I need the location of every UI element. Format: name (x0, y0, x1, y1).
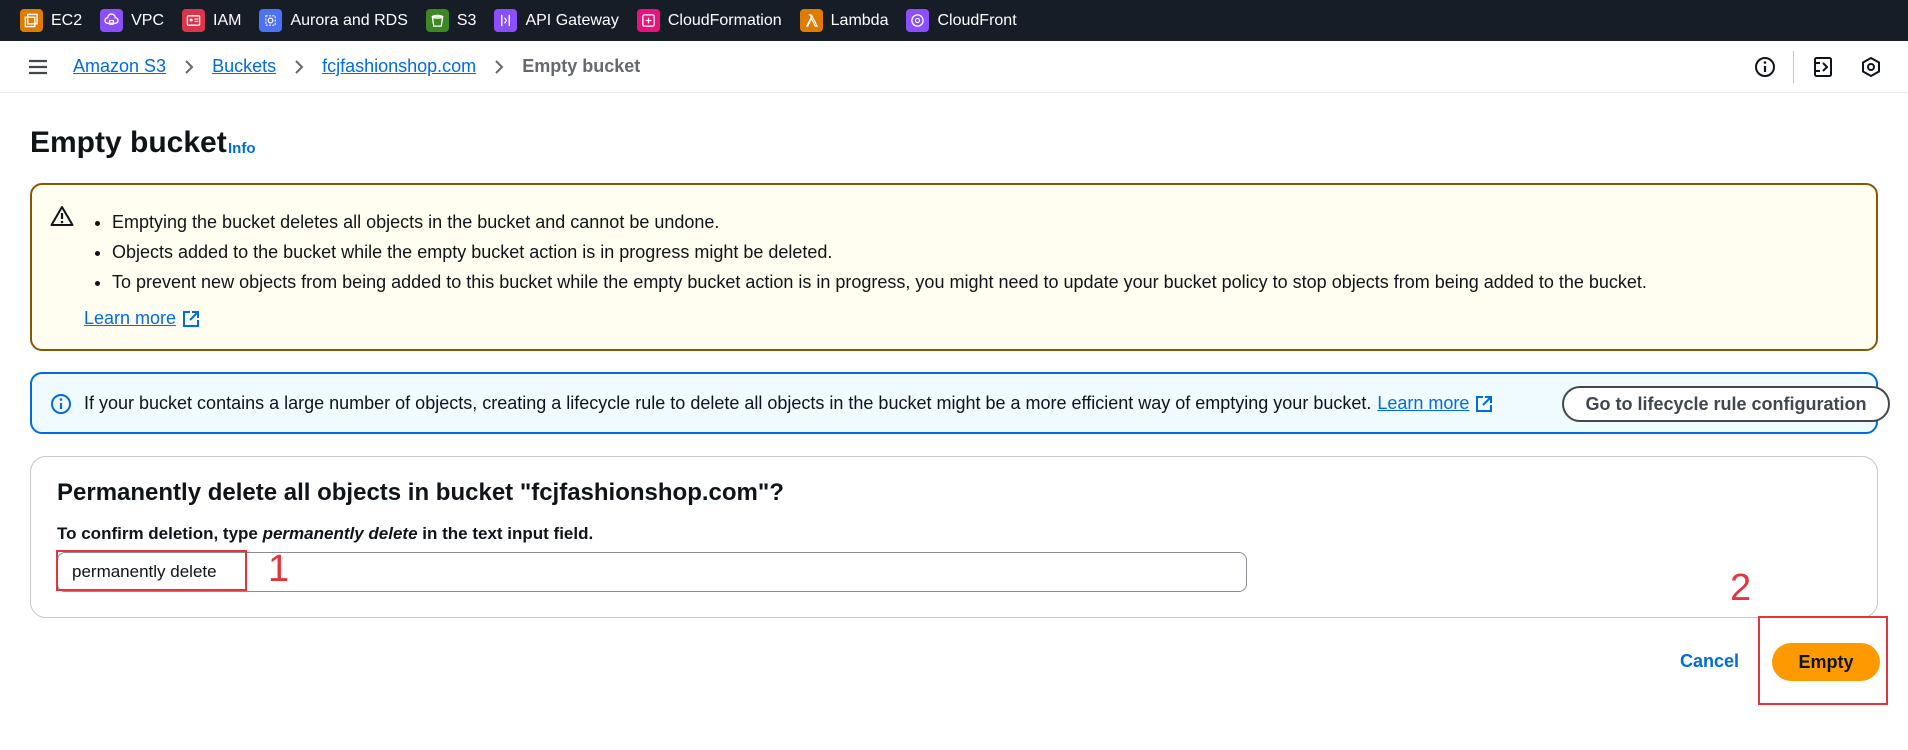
annotation-box-1 (56, 550, 247, 591)
service-rds[interactable]: Aurora and RDS (259, 9, 408, 32)
annotation-number-2: 2 (1730, 567, 1752, 609)
info-circle-icon (51, 394, 71, 414)
service-cloudformation[interactable]: CloudFormation (636, 9, 782, 32)
confirm-deletion-container: Permanently delete all objects in bucket… (30, 456, 1878, 618)
chevron-right-icon (295, 59, 304, 74)
chevron-right-icon (495, 59, 504, 74)
breadcrumb: Amazon S3 Buckets fcjfashionshop.com Emp… (73, 56, 640, 77)
breadcrumb-bucket-name[interactable]: fcjfashionshop.com (322, 56, 476, 77)
info-circle-icon[interactable] (1754, 56, 1776, 78)
ec2-icon (20, 9, 43, 32)
label-emphasis: permanently delete (262, 524, 418, 543)
breadcrumb-bar: Amazon S3 Buckets fcjfashionshop.com Emp… (0, 41, 1908, 93)
service-lambda[interactable]: Lambda (799, 9, 889, 32)
cancel-button[interactable]: Cancel (1680, 651, 1739, 672)
service-label: Aurora and RDS (290, 11, 408, 29)
service-label: API Gateway (525, 11, 619, 29)
rds-icon (259, 9, 283, 32)
service-label: VPC (131, 11, 165, 29)
confirm-label: To confirm deletion, type permanently de… (57, 524, 593, 544)
service-s3[interactable]: S3 (425, 9, 477, 32)
service-vpc[interactable]: VPC (100, 9, 164, 32)
external-link-icon (183, 310, 200, 327)
service-label: EC2 (51, 11, 83, 29)
info-alert-text: If your bucket contains a large number o… (84, 393, 1493, 414)
service-label: Lambda (830, 11, 889, 29)
confirm-heading: Permanently delete all objects in bucket… (57, 479, 784, 506)
cloudformation-icon (636, 9, 660, 32)
service-label: S3 (456, 11, 477, 29)
empty-button[interactable]: Empty (1772, 643, 1880, 681)
service-api-gateway[interactable]: API Gateway (494, 9, 619, 32)
warning-triangle-icon (50, 206, 74, 226)
breadcrumb-amazon-s3[interactable]: Amazon S3 (73, 56, 166, 77)
warning-alert: Emptying the bucket deletes all objects … (30, 183, 1878, 351)
warning-bullet: Emptying the bucket deletes all objects … (112, 207, 1647, 237)
warning-bullet: To prevent new objects from being added … (112, 267, 1647, 297)
info-learn-more-link[interactable]: Learn more (1377, 393, 1493, 414)
api-gateway-icon (494, 9, 518, 32)
iam-icon (182, 9, 206, 32)
service-ec2[interactable]: EC2 (20, 9, 82, 32)
settings-hexagon-icon[interactable] (1860, 56, 1882, 78)
services-bar: EC2 VPC IAM Aurora and RDS S3 API Gatewa… (0, 0, 1908, 41)
link-label: Learn more (84, 308, 177, 328)
chevron-right-icon (185, 59, 194, 74)
warning-learn-more-link[interactable]: Learn more (84, 308, 200, 329)
lambda-icon (799, 9, 823, 32)
lifecycle-rule-button[interactable]: Go to lifecycle rule configuration (1562, 386, 1890, 422)
menu-icon[interactable] (28, 57, 48, 77)
service-label: IAM (213, 11, 242, 29)
breadcrumb-current: Empty bucket (522, 56, 641, 76)
vpc-icon (100, 9, 124, 32)
divider (1793, 51, 1794, 83)
info-link[interactable]: Info (228, 140, 256, 157)
cloudfront-icon (906, 9, 930, 32)
service-label: CloudFormation (667, 11, 782, 29)
external-link-icon (1476, 395, 1493, 412)
page-title: Empty bucket (30, 126, 227, 159)
link-label: Learn more (1377, 393, 1470, 413)
annotation-number-1: 1 (268, 548, 290, 590)
side-panel-icon[interactable] (1812, 56, 1834, 78)
service-label: CloudFront (937, 11, 1017, 29)
s3-icon (425, 9, 449, 32)
info-text: If your bucket contains a large number o… (84, 393, 1372, 413)
breadcrumb-buckets[interactable]: Buckets (212, 56, 276, 77)
warning-bullet: Objects added to the bucket while the em… (112, 237, 1647, 267)
label-text: in the text input field. (417, 524, 594, 543)
service-cloudfront[interactable]: CloudFront (906, 9, 1017, 32)
info-alert: If your bucket contains a large number o… (30, 372, 1890, 434)
warning-list: Emptying the bucket deletes all objects … (84, 207, 1647, 297)
service-iam[interactable]: IAM (182, 9, 241, 32)
label-text: To confirm deletion, type (57, 524, 263, 543)
